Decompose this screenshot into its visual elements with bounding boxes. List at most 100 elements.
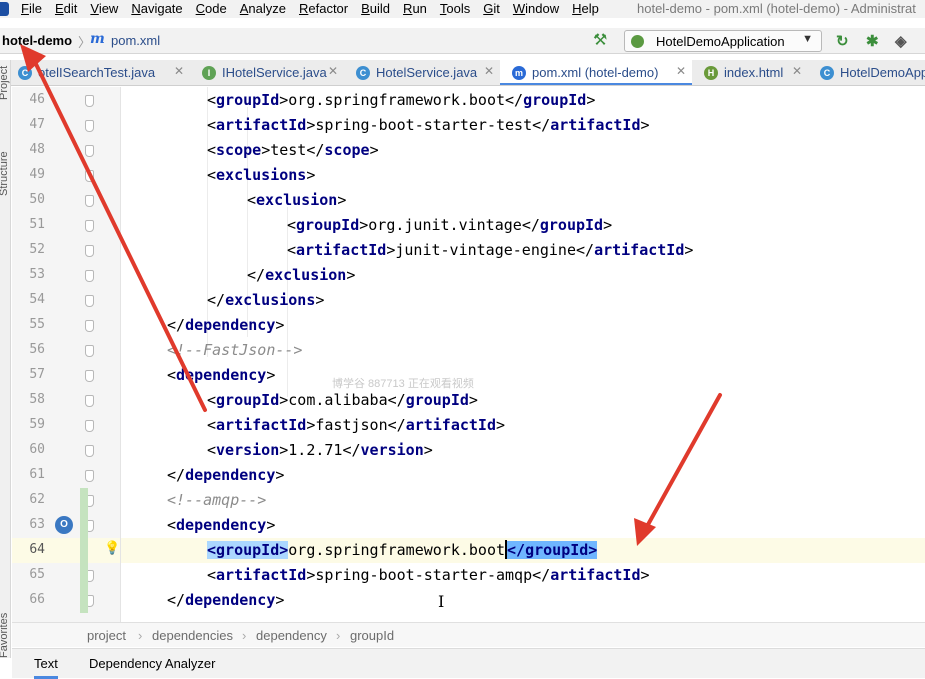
xml-bracket: </ (532, 116, 551, 134)
code-line-46[interactable]: <groupId>org.springframework.boot</group… (207, 88, 595, 113)
fold-marker-icon[interactable] (85, 420, 94, 432)
menu-item-code[interactable]: Code (196, 1, 227, 16)
code-line-59[interactable]: <artifactId>fastjson</artifactId> (207, 413, 505, 438)
xml-bracket: </ (387, 391, 406, 409)
tab-dependency-analyzer[interactable]: Dependency Analyzer (89, 656, 215, 671)
menu-item-edit[interactable]: Edit (55, 1, 77, 16)
menu-item-view[interactable]: View (90, 1, 118, 16)
xml-tag-name: exclusion (256, 191, 338, 209)
breadcrumb-dependencies[interactable]: dependencies (152, 628, 233, 643)
tab-label: index.html (724, 65, 784, 80)
xml-bracket: > (315, 291, 325, 309)
menu-item-file[interactable]: File (21, 1, 42, 16)
menu-item-git[interactable]: Git (483, 1, 500, 16)
fold-marker-icon[interactable] (85, 395, 94, 407)
xml-tag-name: dependency (176, 516, 267, 534)
xml-bracket: < (167, 516, 177, 534)
code-line-51[interactable]: <groupId>org.junit.vintage</groupId> (287, 213, 612, 238)
code-line-53[interactable]: </exclusion> (247, 263, 355, 288)
code-line-47[interactable]: <artifactId>spring-boot-starter-test</ar… (207, 113, 650, 138)
tab-hoteldemoapp[interactable]: C HotelDemoApp (808, 60, 925, 85)
code-line-55[interactable]: </dependency> (167, 313, 284, 338)
tab-index-html[interactable]: Hindex.html ✕ (692, 60, 808, 85)
code-line-63[interactable]: <dependency> (167, 513, 275, 538)
fold-marker-icon[interactable] (85, 195, 94, 207)
close-icon[interactable]: ✕ (328, 64, 338, 78)
fold-marker-icon[interactable] (85, 95, 94, 107)
intellij-app-icon[interactable] (0, 2, 9, 16)
xml-bracket: > (279, 91, 289, 109)
tool-window-favorites[interactable]: Favorites (0, 613, 10, 658)
close-icon[interactable]: ✕ (676, 64, 686, 78)
breadcrumb-project[interactable]: hotel-demo (2, 33, 72, 48)
text-cursor-ibeam-icon: I (438, 592, 445, 611)
tab-hotelservice-java[interactable]: C HotelService.java ✕ (344, 60, 500, 85)
fold-marker-icon[interactable] (85, 120, 94, 132)
rerun-icon[interactable]: ↻ (836, 32, 849, 50)
run-configuration-select[interactable]: HotelDemoApplication ▼ (624, 30, 822, 52)
fold-marker-icon[interactable] (85, 345, 94, 357)
menu-item-run[interactable]: Run (403, 1, 427, 16)
close-icon[interactable]: ✕ (174, 64, 184, 78)
xml-bracket: </ (167, 316, 186, 334)
breadcrumb-dependency[interactable]: dependency (256, 628, 327, 643)
code-line-66[interactable]: </dependency> (167, 588, 284, 613)
menu-item-help[interactable]: Help (572, 1, 599, 16)
xml-bracket: </ (576, 241, 595, 259)
xml-tag-name: dependency (185, 316, 276, 334)
build-hammer-icon[interactable]: ⚒ (593, 30, 607, 50)
code-line-60[interactable]: <version>1.2.71</version> (207, 438, 433, 463)
code-line-58[interactable]: <groupId>com.alibaba</groupId> (207, 388, 478, 413)
menu-item-analyze[interactable]: Analyze (240, 1, 286, 16)
menu-item-tools[interactable]: Tools (440, 1, 470, 16)
menu-item-window[interactable]: Window (513, 1, 559, 16)
code-line-52[interactable]: <artifactId>junit-vintage-engine</artifa… (287, 238, 693, 263)
code-line-62[interactable]: <!--amqp--> (167, 488, 266, 513)
gutter-override-icon[interactable]: O (55, 516, 73, 534)
code-line-64[interactable]: <groupId>org.springframework.boot </group… (207, 538, 598, 563)
xml-text-value: fastjson (315, 416, 388, 434)
close-icon[interactable]: ✕ (484, 64, 494, 78)
fold-marker-icon[interactable] (85, 470, 94, 482)
tab-text[interactable]: Text (34, 656, 58, 679)
tab-pom-xml-hotel-demo-[interactable]: m pom.xml (hotel-demo) ✕ (500, 60, 692, 85)
fold-marker-icon[interactable] (85, 170, 94, 182)
fold-marker-icon[interactable] (85, 295, 94, 307)
tab-ihotelservice-java[interactable]: I IHotelService.java ✕ (190, 60, 344, 85)
breadcrumb-project[interactable]: project (87, 628, 126, 643)
code-line-61[interactable]: </dependency> (167, 463, 284, 488)
fold-marker-icon[interactable] (85, 270, 94, 282)
breadcrumb-file[interactable]: pom.xml (111, 33, 160, 48)
fold-marker-icon[interactable] (85, 245, 94, 257)
xml-tag-name: exclusions (225, 291, 316, 309)
tool-window-structure[interactable]: Structure (0, 151, 10, 196)
close-icon[interactable]: ✕ (792, 64, 802, 78)
fold-marker-icon[interactable] (85, 220, 94, 232)
menu-item-build[interactable]: Build (361, 1, 390, 16)
xml-bracket: > (279, 391, 289, 409)
code-line-50[interactable]: <exclusion> (247, 188, 346, 213)
code-line-54[interactable]: </exclusions> (207, 288, 324, 313)
xml-bracket: </ (207, 291, 226, 309)
debug-bug-icon[interactable]: ✱ (866, 32, 879, 50)
vcs-change-marker[interactable] (80, 488, 88, 613)
coverage-shield-icon[interactable]: ◈ (895, 32, 907, 50)
editor-gutter[interactable]: 4546474849505152535455565758596061626364… (12, 87, 120, 622)
code-line-56[interactable]: <!--FastJson--> (167, 338, 302, 363)
code-editor[interactable]: 博学谷 887713 正在观看视频 I <dependency><groupId… (121, 87, 925, 622)
fold-marker-icon[interactable] (85, 145, 94, 157)
code-line-57[interactable]: <dependency> (167, 363, 275, 388)
code-line-49[interactable]: <exclusions> (207, 163, 315, 188)
menu-item-navigate[interactable]: Navigate (131, 1, 182, 16)
fold-marker-icon[interactable] (85, 320, 94, 332)
fold-marker-icon[interactable] (85, 445, 94, 457)
code-line-48[interactable]: <scope>test</scope> (207, 138, 379, 163)
breadcrumb-groupid[interactable]: groupId (350, 628, 394, 643)
code-line-65[interactable]: <artifactId>spring-boot-starter-amqp</ar… (207, 563, 650, 588)
tab-otelisearchtest-java[interactable]: CotelISearchTest.java ✕ (6, 60, 190, 85)
fold-marker-icon[interactable] (85, 370, 94, 382)
xml-bracket: > (266, 366, 276, 384)
tool-window-project[interactable]: Project (0, 66, 10, 100)
menu-item-refactor[interactable]: Refactor (299, 1, 348, 16)
intention-lightbulb-icon[interactable]: 💡 (104, 540, 120, 556)
